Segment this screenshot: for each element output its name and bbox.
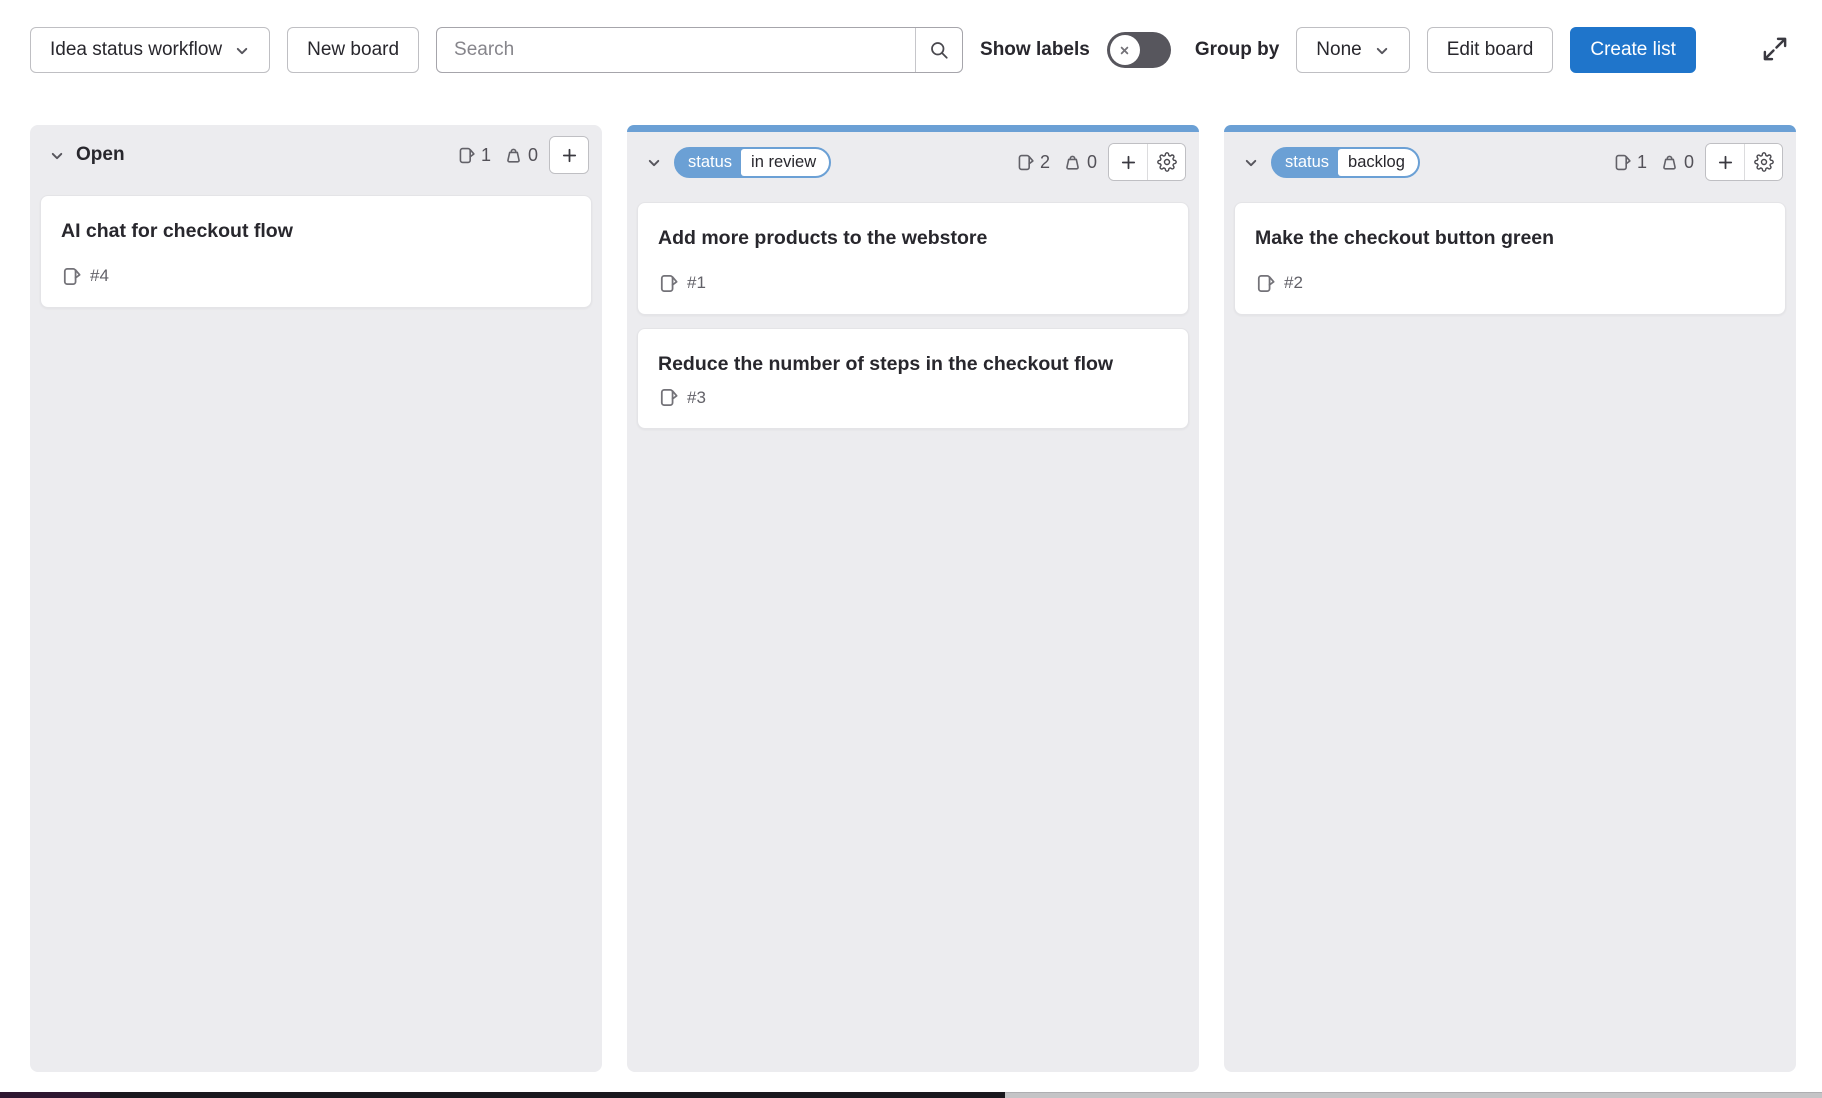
issue-type-icon	[658, 273, 679, 294]
collapse-list-button[interactable]	[641, 150, 666, 175]
label-value: backlog	[1338, 149, 1418, 176]
add-card-button[interactable]	[1706, 144, 1744, 180]
issues-icon	[1613, 153, 1632, 172]
label-scope: status	[1273, 154, 1338, 171]
plus-icon	[1716, 153, 1735, 172]
issues-icon	[1016, 153, 1035, 172]
label-scope: status	[676, 154, 741, 171]
sliver-light-segment	[1005, 1092, 1822, 1098]
card-list: Add more products to the webstore #1 Red…	[627, 192, 1199, 439]
collapse-list-button[interactable]	[1238, 150, 1263, 175]
issue-card[interactable]: Reduce the number of steps in the checko…	[637, 328, 1189, 430]
collapse-list-button[interactable]	[44, 143, 69, 168]
card-title: AI chat for checkout flow	[61, 219, 571, 245]
issue-count: 1	[1637, 152, 1647, 173]
plus-icon	[560, 146, 579, 165]
issue-reference: #3	[687, 388, 706, 408]
list-counts: 1 0	[457, 145, 538, 166]
board-list-open: Open 1 0 AI chat for checkout flow	[30, 125, 602, 1072]
card-meta: #2	[1255, 273, 1765, 294]
list-counts: 1 0	[1613, 152, 1694, 173]
issue-type-icon	[658, 387, 679, 408]
gear-icon	[1754, 152, 1774, 172]
gear-icon	[1157, 152, 1177, 172]
sliver-terminal-segment	[0, 1092, 100, 1098]
expand-icon	[1760, 34, 1790, 64]
chevron-down-icon	[1242, 154, 1259, 171]
issues-icon	[457, 146, 476, 165]
search-field[interactable]	[436, 27, 963, 73]
weight-icon	[504, 146, 523, 165]
list-title: Open	[76, 144, 125, 166]
list-counts: 2 0	[1016, 152, 1097, 173]
add-card-button[interactable]	[550, 137, 588, 173]
issue-count: 2	[1040, 152, 1050, 173]
weight-count: 0	[1087, 152, 1097, 173]
search-icon	[929, 40, 949, 60]
toggle-knob	[1110, 35, 1140, 65]
x-icon	[1116, 42, 1133, 59]
weight-icon	[1660, 153, 1679, 172]
chevron-down-icon	[645, 154, 662, 171]
group-by-value: None	[1316, 39, 1361, 61]
card-title: Add more products to the webstore	[658, 226, 1168, 252]
list-color-bar	[1224, 125, 1796, 132]
label-value: in review	[741, 149, 829, 176]
show-labels-toggle[interactable]	[1107, 32, 1171, 68]
scoped-label[interactable]: status backlog	[1271, 147, 1420, 178]
group-by-dropdown[interactable]: None	[1296, 27, 1409, 73]
chevron-down-icon	[48, 147, 65, 164]
search-input[interactable]	[437, 28, 915, 72]
plus-icon	[1119, 153, 1138, 172]
issue-card[interactable]: Add more products to the webstore #1	[637, 202, 1189, 315]
issue-reference: #2	[1284, 273, 1303, 293]
issue-type-icon	[1255, 273, 1276, 294]
show-labels-label: Show labels	[980, 39, 1090, 61]
background-window-sliver	[0, 1092, 1822, 1098]
card-meta: #3	[658, 387, 1168, 408]
board-list-in-review: status in review 2 0	[627, 125, 1199, 1072]
issue-reference: #4	[90, 266, 109, 286]
list-settings-button[interactable]	[1744, 144, 1782, 180]
sliver-dark-segment	[100, 1092, 1005, 1098]
edit-board-button[interactable]: Edit board	[1427, 27, 1554, 73]
issue-card[interactable]: Make the checkout button green #2	[1234, 202, 1786, 315]
card-title: Reduce the number of steps in the checko…	[658, 352, 1168, 378]
card-list: Make the checkout button green #2	[1224, 192, 1796, 325]
add-card-button[interactable]	[1109, 144, 1147, 180]
list-header: status in review 2 0	[627, 132, 1199, 192]
board-switcher-dropdown[interactable]: Idea status workflow	[30, 27, 270, 73]
chevron-down-icon	[233, 42, 250, 59]
search-button[interactable]	[915, 28, 962, 72]
issue-count: 1	[481, 145, 491, 166]
weight-count: 0	[1684, 152, 1694, 173]
issue-card[interactable]: AI chat for checkout flow #4	[40, 195, 592, 308]
card-meta: #1	[658, 273, 1168, 294]
card-meta: #4	[61, 266, 571, 287]
board-toolbar: Idea status workflow New board Show labe…	[0, 0, 1822, 100]
list-header: Open 1 0	[30, 125, 602, 185]
card-title: Make the checkout button green	[1255, 226, 1765, 252]
create-list-button[interactable]: Create list	[1570, 27, 1696, 73]
list-settings-button[interactable]	[1147, 144, 1185, 180]
new-board-button[interactable]: New board	[287, 27, 419, 73]
card-list: AI chat for checkout flow #4	[30, 185, 602, 318]
list-header: status backlog 1 0	[1224, 132, 1796, 192]
weight-count: 0	[528, 145, 538, 166]
issue-board: Open 1 0 AI chat for checkout flow	[30, 125, 1796, 1072]
issue-type-icon	[61, 266, 82, 287]
board-list-backlog: status backlog 1 0	[1224, 125, 1796, 1072]
group-by-label: Group by	[1195, 39, 1279, 61]
weight-icon	[1063, 153, 1082, 172]
board-switcher-label: Idea status workflow	[50, 39, 222, 61]
scoped-label[interactable]: status in review	[674, 147, 831, 178]
chevron-down-icon	[1373, 42, 1390, 59]
expand-board-button[interactable]	[1754, 28, 1796, 73]
issue-reference: #1	[687, 273, 706, 293]
list-color-bar	[627, 125, 1199, 132]
